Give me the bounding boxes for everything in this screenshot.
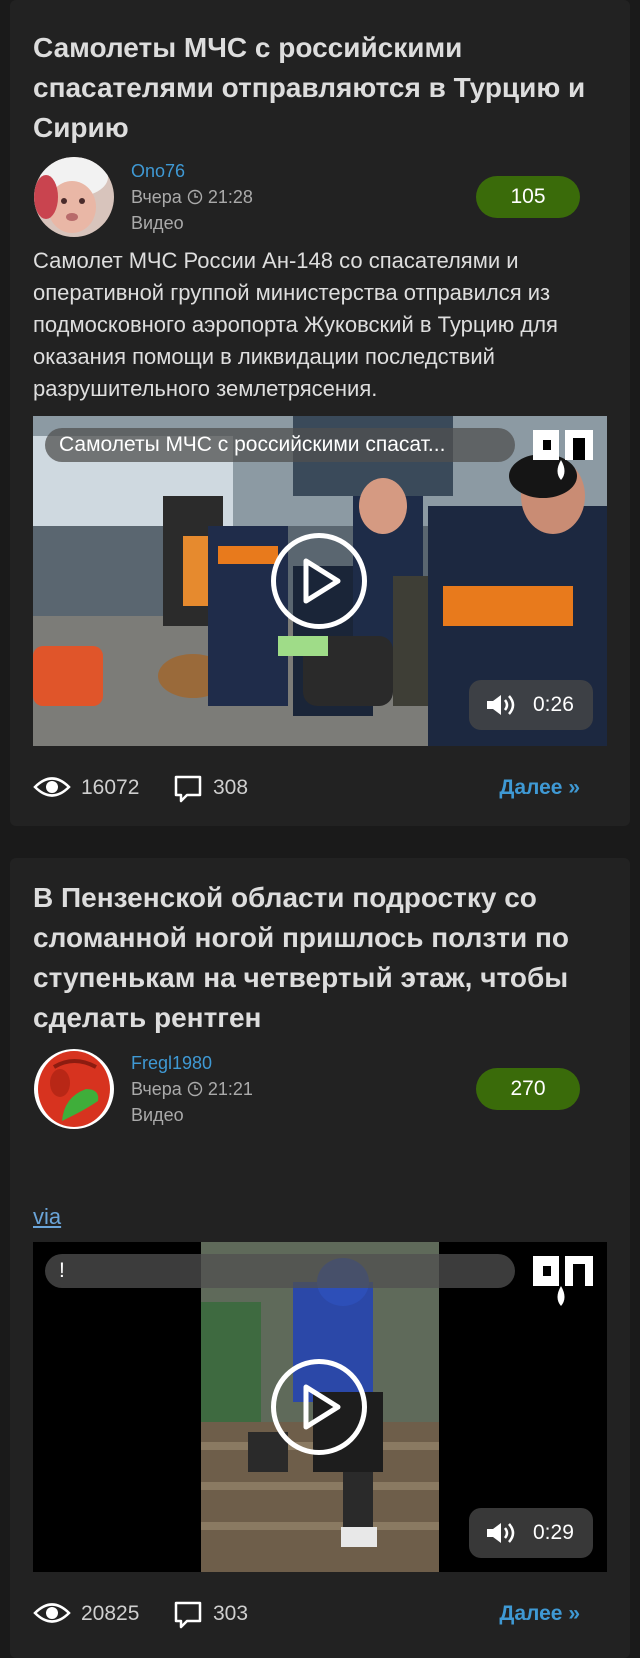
video-player[interactable]: Самолеты МЧС с российскими спасат... 0:2… (33, 416, 607, 746)
video-duration: 0:26 (533, 693, 574, 716)
duration-badge[interactable]: 0:29 (469, 1508, 593, 1558)
read-more-link[interactable]: Далее » (499, 772, 580, 804)
yap-logo-icon (533, 1256, 593, 1306)
post-kind: Видео (131, 213, 184, 233)
comment-icon (174, 1601, 202, 1629)
eye-icon (33, 1603, 71, 1623)
volume-icon (487, 695, 515, 715)
post-date: Вчера (131, 187, 182, 207)
author-name[interactable]: Ono76 (131, 158, 253, 184)
rating-badge[interactable]: 270 (476, 1068, 580, 1110)
views-count: 16072 (81, 776, 140, 799)
post-time: 21:28 (207, 187, 253, 207)
play-icon[interactable] (271, 1359, 367, 1455)
post-meta: Fregl1980 Вчера 21:21 Видео (131, 1050, 253, 1128)
read-more-link[interactable]: Далее » (499, 1598, 580, 1630)
comments-count: 308 (213, 776, 249, 799)
volume-icon (487, 1523, 515, 1543)
video-title: Самолеты МЧС с российскими спасат... (45, 428, 515, 462)
post-description: Самолет МЧС России Ан-148 со спасателями… (33, 248, 558, 401)
video-duration: 0:29 (533, 1521, 574, 1544)
post-time: 21:21 (207, 1079, 253, 1099)
post-date: Вчера (131, 1079, 182, 1099)
post-title[interactable]: В Пензенской области подростку со сломан… (33, 878, 623, 1038)
eye-icon (33, 777, 71, 797)
author-avatar[interactable] (34, 157, 114, 237)
duration-badge[interactable]: 0:26 (469, 680, 593, 730)
play-icon[interactable] (271, 533, 367, 629)
post-kind: Видео (131, 1105, 184, 1125)
via-link[interactable]: via (33, 1204, 61, 1230)
video-title: ! (45, 1254, 515, 1288)
clock-icon (187, 189, 203, 205)
author-name[interactable]: Fregl1980 (131, 1050, 253, 1076)
post-card: Самолеты МЧС с российскими спасателями о… (10, 0, 630, 826)
author-avatar[interactable] (34, 1049, 114, 1129)
comments-count: 303 (213, 1602, 249, 1625)
post-card: В Пензенской области подростку со сломан… (10, 858, 630, 1658)
video-player[interactable]: ! 0:29 (33, 1242, 607, 1572)
post-title[interactable]: Самолеты МЧС с российскими спасателями о… (33, 28, 623, 148)
comment-icon (174, 775, 202, 803)
post-meta: Ono76 Вчера 21:28 Видео (131, 158, 253, 236)
rating-badge[interactable]: 105 (476, 176, 580, 218)
post-stats: 20825 303 (33, 1598, 333, 1630)
yap-logo-icon (533, 430, 593, 480)
views-count: 20825 (81, 1602, 140, 1625)
clock-icon (187, 1081, 203, 1097)
post-stats: 16072 308 (33, 772, 333, 804)
